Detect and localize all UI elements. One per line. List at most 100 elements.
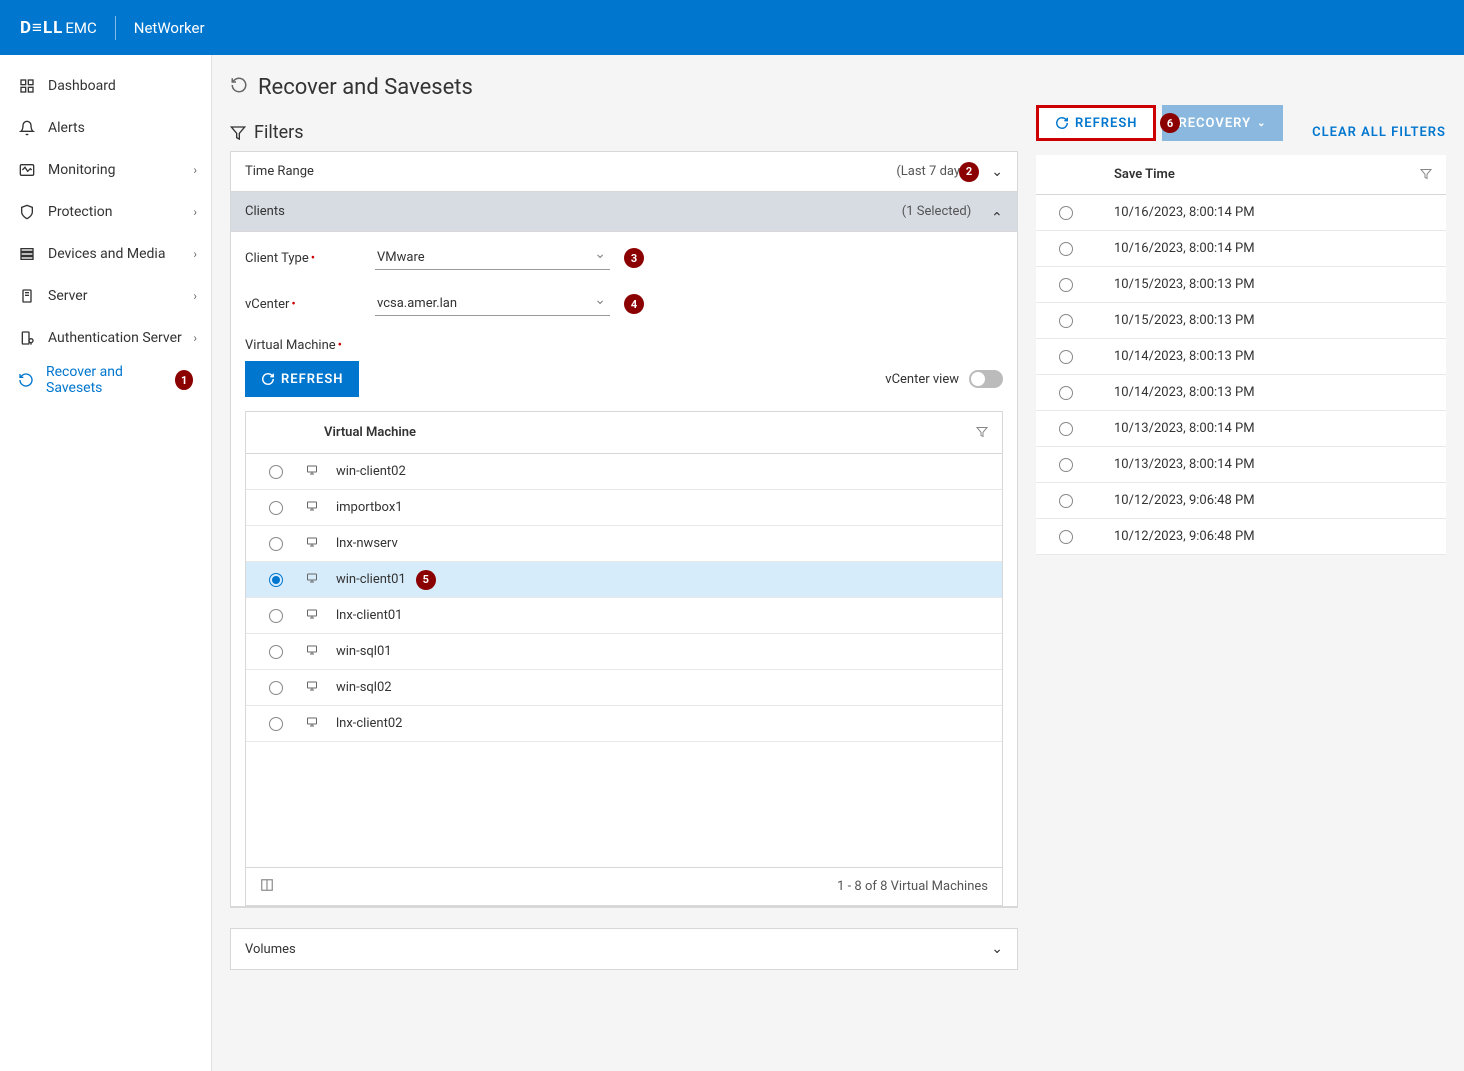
save-time-radio[interactable]: [1059, 458, 1073, 472]
save-time-row[interactable]: 10/15/2023, 8:00:13 PM: [1036, 267, 1446, 303]
save-time-row[interactable]: 10/13/2023, 8:00:14 PM: [1036, 411, 1446, 447]
chevron-up-icon: ⌄: [991, 208, 1003, 224]
vm-radio[interactable]: [269, 501, 283, 515]
time-range-accordion[interactable]: Time Range (Last 7 days) 2 ⌄: [231, 152, 1017, 192]
vm-radio[interactable]: [269, 717, 283, 731]
clients-accordion[interactable]: Clients (1 Selected) ⌄: [231, 192, 1017, 232]
save-time-row[interactable]: 10/16/2023, 8:00:14 PM: [1036, 195, 1446, 231]
sidebar-item-authentication-server[interactable]: Authentication Server›: [0, 317, 211, 359]
save-time-radio[interactable]: [1059, 278, 1073, 292]
columns-icon[interactable]: [260, 878, 274, 896]
save-time-filter-icon[interactable]: [1420, 165, 1432, 184]
sidebar-item-protection[interactable]: Protection ›: [0, 191, 211, 233]
vcenter-view-toggle[interactable]: [969, 370, 1003, 388]
save-time-radio[interactable]: [1059, 494, 1073, 508]
clients-body: Client Type• 3 vCenter• 4 Virtual Machin…: [231, 232, 1017, 907]
save-time-value: 10/15/2023, 8:00:13 PM: [1096, 313, 1255, 328]
nav-label: Monitoring: [48, 162, 116, 178]
brand-product: NetWorker: [134, 19, 205, 37]
vm-icon: [306, 680, 336, 695]
nav-label: Server: [48, 288, 87, 304]
vm-row[interactable]: win-client015: [246, 562, 1002, 598]
vm-icon: [306, 572, 336, 587]
chevron-right-icon: ›: [193, 331, 197, 345]
vcenter-view-label: vCenter view: [885, 372, 959, 387]
recover-icon: [18, 372, 34, 388]
sidebar-item-alerts[interactable]: Alerts: [0, 107, 211, 149]
recovery-button[interactable]: 6 RECOVERY ⌄: [1162, 105, 1282, 141]
save-time-value: 10/16/2023, 8:00:14 PM: [1096, 205, 1255, 220]
save-time-row[interactable]: 10/16/2023, 8:00:14 PM: [1036, 231, 1446, 267]
vm-refresh-button[interactable]: REFRESH: [245, 361, 359, 397]
vm-footer-count: 1 - 8 of 8 Virtual Machines: [837, 879, 988, 894]
save-time-value: 10/12/2023, 9:06:48 PM: [1096, 529, 1255, 544]
save-time-radio[interactable]: [1059, 422, 1073, 436]
clients-label: Clients: [245, 204, 285, 219]
save-time-radio[interactable]: [1059, 242, 1073, 256]
chevron-right-icon: ›: [193, 205, 197, 219]
time-range-label: Time Range: [245, 164, 314, 179]
vm-filter-icon[interactable]: [976, 423, 988, 442]
vm-name: lnx-client02: [336, 716, 402, 731]
refresh-icon: [261, 372, 275, 386]
save-time-row[interactable]: 10/13/2023, 8:00:14 PM: [1036, 447, 1446, 483]
vm-row[interactable]: win-sql01: [246, 634, 1002, 670]
brand-separator: [115, 16, 116, 40]
vm-row[interactable]: win-sql02: [246, 670, 1002, 706]
vcenter-select[interactable]: [375, 292, 610, 316]
sidebar-item-devices-and-media[interactable]: Devices and Media›: [0, 233, 211, 275]
save-time-radio[interactable]: [1059, 386, 1073, 400]
client-type-label: Client Type•: [245, 251, 375, 266]
vm-icon: [306, 464, 336, 479]
virtual-machine-label: Virtual Machine•: [245, 338, 1003, 353]
vm-table: Virtual Machine win-client02importbox1ln…: [245, 411, 1003, 906]
vm-icon: [306, 608, 336, 623]
vm-radio[interactable]: [269, 645, 283, 659]
save-time-radio[interactable]: [1059, 314, 1073, 328]
save-time-radio[interactable]: [1059, 206, 1073, 220]
save-time-value: 10/16/2023, 8:00:14 PM: [1096, 241, 1255, 256]
vm-icon: [306, 716, 336, 731]
refresh-button[interactable]: REFRESH: [1036, 105, 1156, 141]
save-time-row[interactable]: 10/12/2023, 9:06:48 PM: [1036, 519, 1446, 555]
save-time-value: 10/13/2023, 8:00:14 PM: [1096, 457, 1255, 472]
vm-radio[interactable]: [269, 537, 283, 551]
chevron-down-icon: ⌄: [1257, 118, 1266, 129]
save-time-header: Save Time: [1096, 167, 1175, 182]
save-time-row[interactable]: 10/15/2023, 8:00:13 PM: [1036, 303, 1446, 339]
vm-row[interactable]: lnx-nwserv: [246, 526, 1002, 562]
nav-label: Protection: [48, 204, 112, 220]
refresh-icon: [1055, 116, 1069, 130]
volumes-accordion[interactable]: Volumes ⌄: [231, 929, 1017, 969]
client-type-select[interactable]: [375, 246, 610, 270]
save-time-row[interactable]: 10/12/2023, 9:06:48 PM: [1036, 483, 1446, 519]
chevron-right-icon: ›: [193, 163, 197, 177]
save-time-radio[interactable]: [1059, 350, 1073, 364]
sidebar-item-dashboard[interactable]: Dashboard: [0, 65, 211, 107]
vm-radio[interactable]: [269, 681, 283, 695]
save-time-row[interactable]: 10/14/2023, 8:00:13 PM: [1036, 339, 1446, 375]
vm-icon: [306, 536, 336, 551]
save-time-row[interactable]: 10/14/2023, 8:00:13 PM: [1036, 375, 1446, 411]
sidebar-item-server[interactable]: Server›: [0, 275, 211, 317]
vm-row[interactable]: win-client02: [246, 454, 1002, 490]
save-time-radio[interactable]: [1059, 530, 1073, 544]
chevron-right-icon: ›: [193, 247, 197, 261]
vcenter-label: vCenter•: [245, 297, 375, 312]
page-title-text: Recover and Savesets: [258, 75, 473, 100]
sidebar-item-monitoring[interactable]: Monitoring ›: [0, 149, 211, 191]
vm-radio[interactable]: [269, 465, 283, 479]
filter-icon: [230, 125, 246, 141]
sidebar: DashboardAlertsMonitoring›Protection›Dev…: [0, 55, 212, 1071]
vm-row[interactable]: importbox1: [246, 490, 1002, 526]
vm-radio[interactable]: [269, 573, 283, 587]
vm-radio[interactable]: [269, 609, 283, 623]
bell-icon: [18, 120, 36, 136]
recover-icon: [230, 75, 248, 100]
vm-icon: [306, 500, 336, 515]
vm-row[interactable]: lnx-client01: [246, 598, 1002, 634]
vm-name: lnx-nwserv: [336, 536, 398, 551]
sidebar-item-recover-and-savesets[interactable]: Recover and Savesets1: [0, 359, 211, 401]
vm-row[interactable]: lnx-client02: [246, 706, 1002, 742]
save-time-value: 10/14/2023, 8:00:13 PM: [1096, 385, 1255, 400]
